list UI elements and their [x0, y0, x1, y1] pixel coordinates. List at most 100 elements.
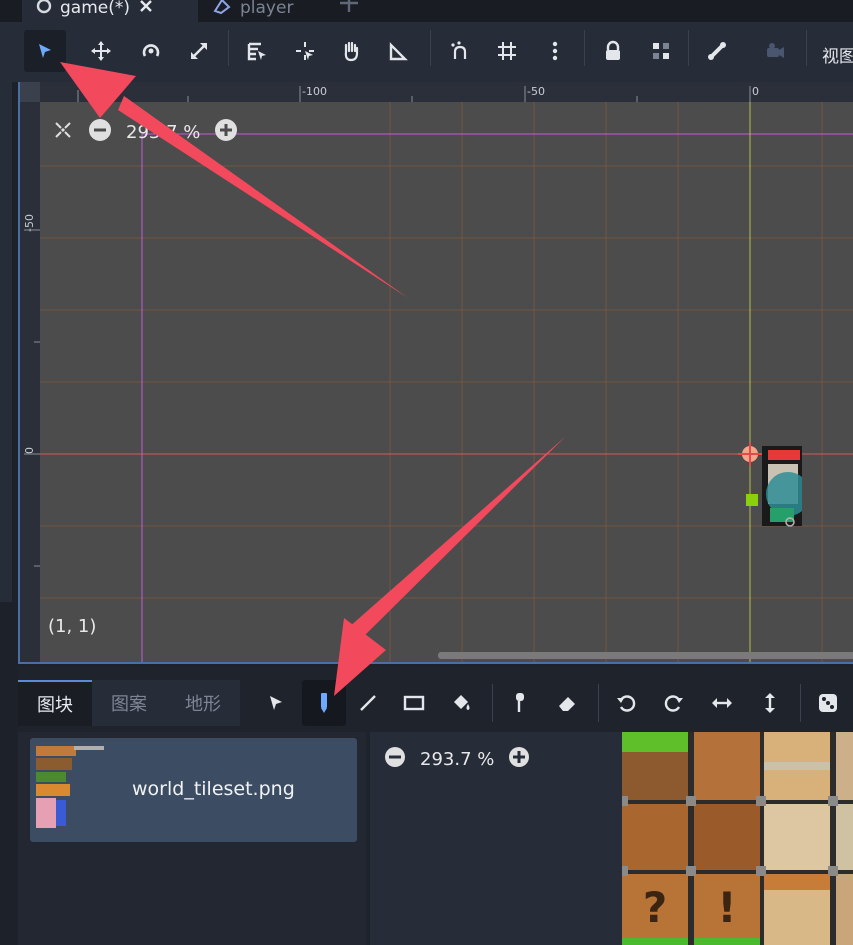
tab-player-label: player — [240, 0, 294, 18]
canvas-toolbar: 视图 — [0, 22, 853, 82]
bone-icon — [708, 42, 726, 60]
toolbar-separator — [688, 30, 689, 66]
atlas-zoom-percent[interactable]: 293.7 % — [420, 749, 494, 770]
ruler-label: -50 — [23, 214, 36, 232]
ruler-label: -50 — [527, 85, 545, 98]
center-view-icon[interactable] — [52, 119, 74, 146]
bucket-button[interactable] — [440, 680, 484, 726]
random-tile-button[interactable] — [806, 680, 850, 726]
zoom-out-icon[interactable] — [88, 118, 112, 147]
grid-icon — [498, 42, 516, 60]
cursor-coordinates: (1, 1) — [48, 616, 97, 637]
tab-game[interactable]: game(*) — [22, 0, 198, 22]
viewport-zoom-controls: 293.7 % — [52, 118, 238, 147]
scene-ring-icon — [36, 0, 52, 19]
list-select-icon — [247, 42, 266, 61]
svg-text:!: ! — [717, 883, 736, 932]
line-button[interactable] — [346, 680, 390, 726]
rotate-right-button[interactable] — [652, 680, 696, 726]
zoom-in-icon[interactable] — [214, 118, 238, 147]
viewport-grid — [20, 82, 853, 662]
flip-vertical-icon — [765, 693, 775, 713]
close-icon[interactable] — [138, 0, 154, 19]
move-mode-button[interactable] — [80, 30, 122, 72]
pivot-button[interactable] — [284, 30, 326, 72]
tileset-filename: world_tileset.png — [132, 778, 295, 800]
rotate-left-button[interactable] — [604, 680, 648, 726]
select-mode-button[interactable] — [24, 30, 66, 72]
snap-options-button[interactable] — [534, 30, 576, 72]
tile-source-item[interactable]: world_tileset.png — [30, 738, 357, 842]
pivot-icon — [296, 42, 314, 60]
ruler-icon — [389, 42, 408, 61]
scene-tab-bar: game(*) player — [0, 0, 853, 22]
scale-mode-button[interactable] — [178, 30, 220, 72]
tile-atlas[interactable]: ? ! — [622, 732, 853, 945]
ruler-label: -100 — [302, 85, 327, 98]
toolbar-separator — [806, 30, 807, 66]
group-button[interactable] — [640, 30, 682, 72]
left-dock-edge — [0, 82, 12, 602]
zoom-out-icon[interactable] — [384, 746, 406, 773]
svg-text:?: ? — [643, 883, 667, 932]
tilemap-panel: 图块 图案 地形 world_tileset.png 293.7 % ? ! — [18, 666, 853, 945]
rotate-right-icon — [664, 695, 683, 712]
scale-icon — [191, 43, 207, 59]
view-menu[interactable]: 视图 — [822, 42, 853, 67]
eraser-button[interactable] — [546, 680, 590, 726]
picker-button[interactable] — [498, 680, 542, 726]
toolbar-separator — [800, 684, 801, 722]
camera-icon — [767, 43, 784, 58]
tileset-thumbnail — [34, 742, 106, 836]
flip-vertical-button[interactable] — [748, 680, 792, 726]
group-icon — [653, 43, 669, 59]
toolbar-separator — [492, 684, 493, 722]
ruler-corner — [20, 82, 40, 102]
rectangle-icon — [403, 695, 425, 711]
pencil-icon — [321, 693, 327, 713]
tab-player[interactable]: player — [212, 0, 293, 22]
player-sprite[interactable] — [732, 438, 802, 538]
rotate-icon — [142, 44, 160, 57]
pan-mode-button[interactable] — [330, 30, 372, 72]
line-icon — [360, 695, 376, 711]
dice-icon — [819, 694, 837, 712]
tab-patterns[interactable]: 图案 — [92, 680, 166, 726]
camera-override-button[interactable] — [754, 30, 796, 72]
grid-snap-button[interactable] — [486, 30, 528, 72]
eyedropper-icon — [516, 693, 524, 712]
lock-icon — [606, 40, 620, 60]
tile-source-list: world_tileset.png — [18, 732, 366, 945]
flip-horizontal-button[interactable] — [700, 680, 744, 726]
ruler-horizontal: -100 -50 0 — [20, 82, 853, 102]
toolbar-separator — [430, 30, 431, 66]
rotate-left-icon — [617, 695, 636, 712]
zoom-in-icon[interactable] — [508, 746, 530, 773]
add-tab-icon[interactable] — [338, 0, 360, 18]
snap-icon — [451, 41, 467, 59]
move-icon — [91, 41, 111, 61]
smart-snap-button[interactable] — [438, 30, 480, 72]
zoom-percent[interactable]: 293.7 % — [126, 122, 200, 143]
player-node-icon — [212, 0, 232, 20]
ruler-vertical: -50 0 — [20, 82, 40, 662]
canvas-viewport[interactable]: -100 -50 0 -50 0 293.7 % (1, 1) — [18, 82, 853, 664]
tab-tiles[interactable]: 图块 — [18, 680, 92, 726]
tab-terrains[interactable]: 地形 — [166, 680, 240, 726]
skeleton-button[interactable] — [696, 30, 738, 72]
atlas-tiles-image: ? ! — [622, 732, 853, 945]
rect-button[interactable] — [392, 680, 436, 726]
tile-select-button[interactable] — [254, 680, 298, 726]
tile-atlas-view: 293.7 % ? ! — [370, 732, 853, 945]
list-select-button[interactable] — [236, 30, 278, 72]
toolbar-separator — [584, 30, 585, 66]
more-icon — [552, 41, 558, 61]
lock-button[interactable] — [592, 30, 634, 72]
ruler-label: 0 — [23, 447, 36, 454]
paint-button[interactable] — [302, 680, 346, 726]
toolbar-separator — [228, 30, 229, 66]
origin-handle — [746, 494, 758, 506]
ruler-mode-button[interactable] — [378, 30, 420, 72]
flip-horizontal-icon — [712, 698, 732, 708]
rotate-mode-button[interactable] — [130, 30, 172, 72]
